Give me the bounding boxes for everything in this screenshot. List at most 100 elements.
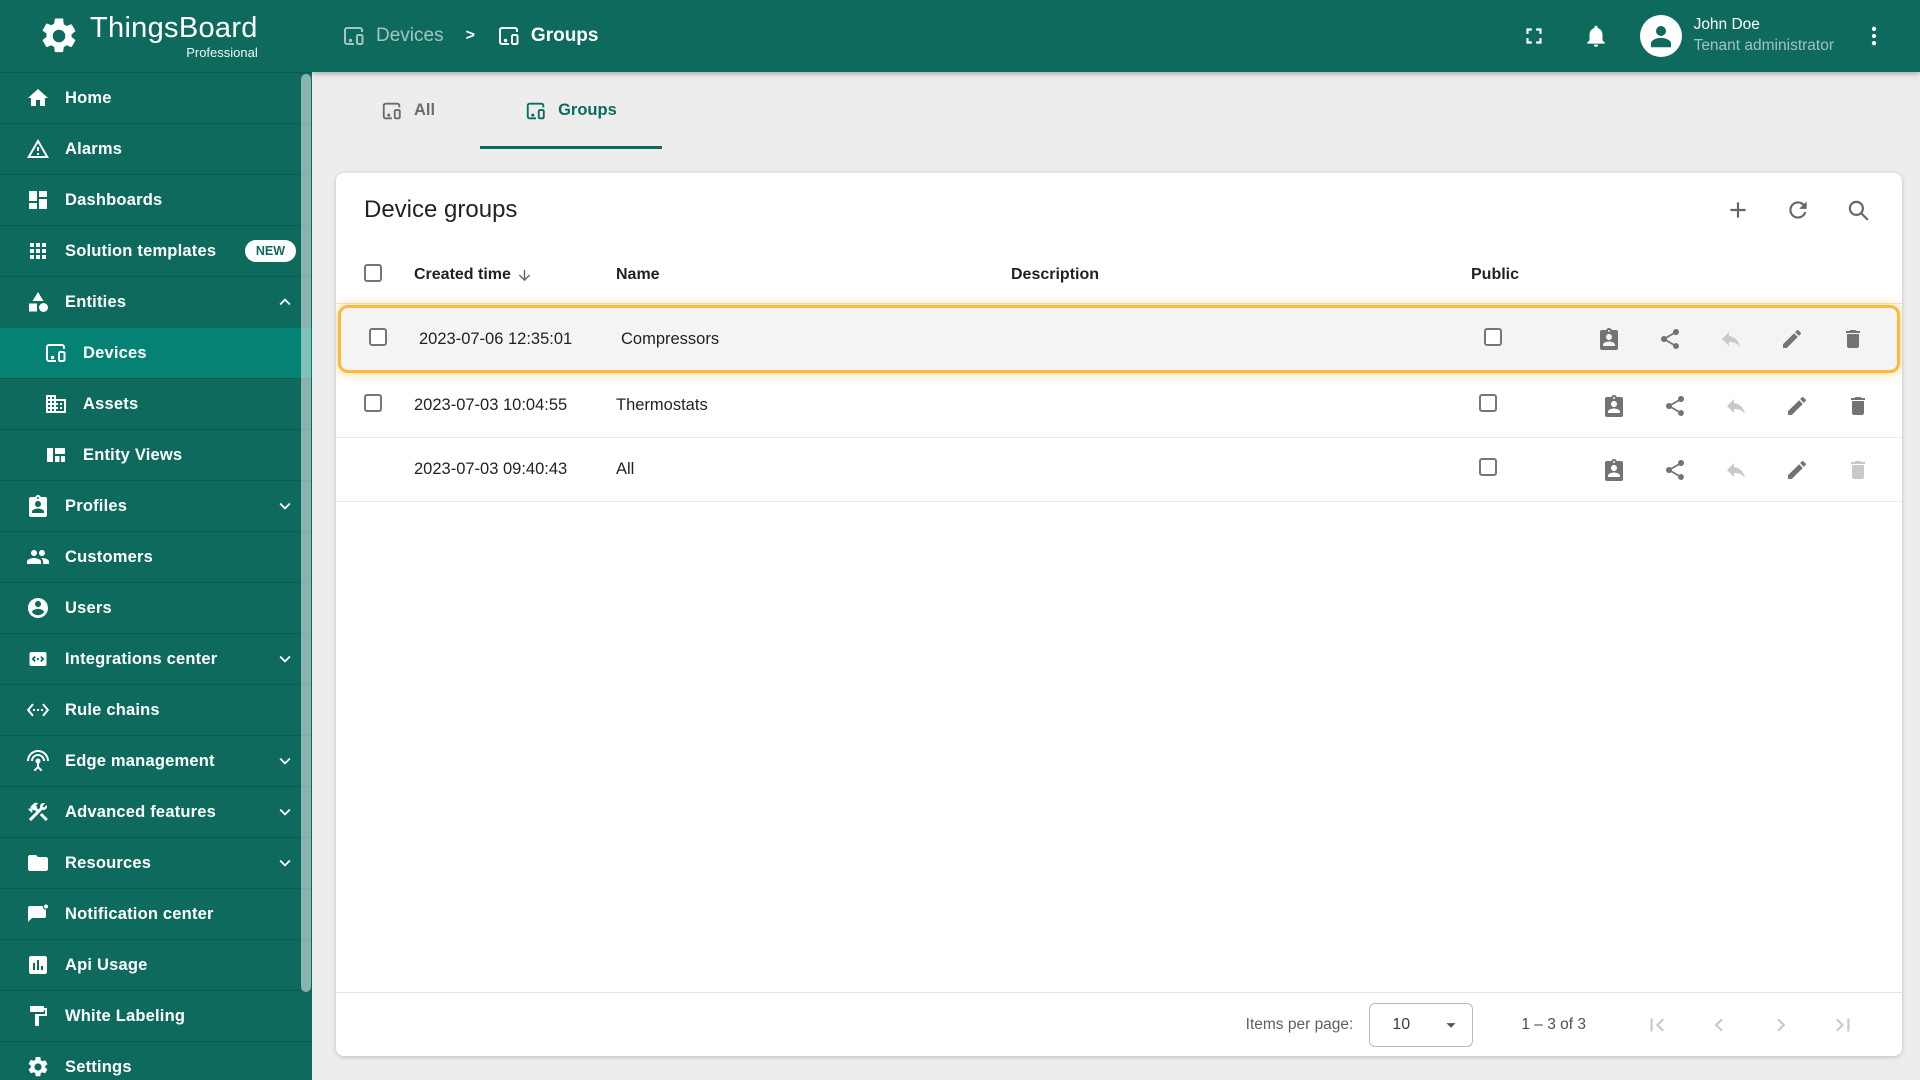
fullscreen-icon	[1521, 23, 1547, 49]
table-row[interactable]: 2023-07-06 12:35:01 Compressors	[338, 305, 1900, 373]
tab-all[interactable]: All	[336, 72, 480, 149]
dropdown-caret-icon	[1440, 1014, 1462, 1036]
edit-icon[interactable]	[1780, 327, 1804, 351]
sidebar-item-advanced-features[interactable]: Advanced features	[0, 786, 312, 837]
manage-users-icon[interactable]	[1597, 327, 1621, 351]
edit-icon[interactable]	[1785, 394, 1809, 418]
sidebar-item-customers[interactable]: Customers	[0, 531, 312, 582]
breadcrumb-devices[interactable]: Devices	[376, 25, 444, 47]
sidebar-item-label: Settings	[65, 1057, 132, 1076]
first-page-button[interactable]	[1644, 1012, 1670, 1038]
delete-icon[interactable]	[1841, 327, 1865, 351]
sidebar-item-users[interactable]: Users	[0, 582, 312, 633]
cell-created-time: 2023-07-03 09:40:43	[414, 460, 568, 478]
fullscreen-button[interactable]	[1512, 14, 1556, 58]
column-description[interactable]: Description	[1011, 266, 1471, 284]
manage-users-icon[interactable]	[1602, 394, 1626, 418]
make-private-icon[interactable]	[1719, 327, 1743, 351]
sidebar-item-profiles[interactable]: Profiles	[0, 480, 312, 531]
row-checkbox[interactable]	[364, 394, 382, 412]
sidebar-item-assets[interactable]: Assets	[0, 378, 312, 429]
table-row[interactable]: 2023-07-03 09:40:43 All	[336, 438, 1902, 502]
sidebar-item-label: Rule chains	[65, 700, 160, 719]
page-size-value: 10	[1392, 1015, 1411, 1033]
pagination-bar: Items per page: 10 1 – 3 of 3	[336, 992, 1902, 1056]
devices-icon	[381, 100, 403, 122]
profiles-badge-icon	[26, 494, 50, 518]
sidebar-item-settings[interactable]: Settings	[0, 1041, 312, 1080]
breadcrumb: Devices > Groups	[342, 24, 598, 48]
search-icon	[1845, 197, 1871, 223]
manage-users-icon[interactable]	[1602, 458, 1626, 482]
public-checkbox[interactable]	[1479, 394, 1497, 412]
public-checkbox[interactable]	[1479, 458, 1497, 476]
bell-icon	[1583, 23, 1609, 49]
thingsboard-logo[interactable]: ThingsBoard Professional	[0, 0, 312, 72]
app-title: ThingsBoard	[90, 11, 258, 44]
sidebar-item-edge-management[interactable]: Edge management	[0, 735, 312, 786]
sidebar-item-entity-views[interactable]: Entity Views	[0, 429, 312, 480]
chart-icon	[26, 953, 50, 977]
last-page-button[interactable]	[1830, 1012, 1856, 1038]
share-icon[interactable]	[1658, 327, 1682, 351]
sidebar-item-integrations-center[interactable]: Integrations center	[0, 633, 312, 684]
public-checkbox[interactable]	[1484, 327, 1502, 346]
next-page-button[interactable]	[1768, 1012, 1794, 1038]
dashboards-icon	[26, 188, 50, 212]
integrations-icon	[26, 647, 50, 671]
add-group-button[interactable]	[1718, 190, 1758, 230]
sidebar-item-dashboards[interactable]: Dashboards	[0, 174, 312, 225]
sidebar-item-label: Devices	[83, 343, 147, 362]
sidebar-item-resources[interactable]: Resources	[0, 837, 312, 888]
sidebar-item-home[interactable]: Home	[0, 72, 312, 123]
tools-icon	[26, 800, 50, 824]
share-icon[interactable]	[1663, 458, 1687, 482]
column-label: Public	[1471, 266, 1520, 283]
column-name[interactable]: Name	[616, 266, 1011, 284]
cell-created-time: 2023-07-06 12:35:01	[419, 329, 573, 348]
table-row[interactable]: 2023-07-03 10:04:55 Thermostats	[336, 374, 1902, 438]
cell-created-time: 2023-07-03 10:04:55	[414, 396, 568, 414]
user-avatar[interactable]	[1639, 15, 1682, 57]
notifications-button[interactable]	[1574, 14, 1618, 58]
chevron-up-icon	[274, 291, 296, 313]
sidebar-item-label: Api Usage	[65, 955, 148, 974]
more-menu-button[interactable]	[1852, 14, 1896, 58]
delete-icon[interactable]	[1846, 458, 1870, 482]
edit-icon[interactable]	[1785, 458, 1809, 482]
share-icon[interactable]	[1663, 394, 1687, 418]
sidebar-item-white-labeling[interactable]: White Labeling	[0, 990, 312, 1041]
previous-page-button[interactable]	[1706, 1012, 1732, 1038]
select-all-checkbox[interactable]	[364, 263, 382, 282]
column-label: Created time	[414, 266, 511, 283]
sidebar-item-label: Edge management	[65, 751, 215, 770]
cell-name: All	[616, 460, 635, 478]
delete-icon[interactable]	[1846, 394, 1870, 418]
sidebar-item-label: Entities	[65, 292, 127, 311]
sidebar-item-alarms[interactable]: Alarms	[0, 123, 312, 174]
row-checkbox[interactable]	[369, 327, 387, 346]
sidebar-item-solution-templates[interactable]: Solution templates NEW	[0, 225, 312, 276]
column-created-time[interactable]: Created time	[414, 266, 616, 284]
sidebar-item-label: Integrations center	[65, 649, 218, 668]
search-button[interactable]	[1838, 190, 1878, 230]
sidebar-item-rule-chains[interactable]: Rule chains	[0, 684, 312, 735]
sidebar-item-label: Solution templates	[65, 241, 217, 260]
chevron-down-icon	[274, 852, 296, 874]
assets-building-icon	[44, 392, 68, 416]
sidebar-item-api-usage[interactable]: Api Usage	[0, 939, 312, 990]
user-menu[interactable]: John Doe Tenant administrator	[1694, 15, 1834, 57]
sidebar-item-entities[interactable]: Entities	[0, 276, 312, 327]
sidebar-item-notification-center[interactable]: Notification center	[0, 888, 312, 939]
column-public[interactable]: Public	[1471, 266, 1591, 284]
sidebar-scrollbar-thumb[interactable]	[301, 74, 311, 992]
refresh-button[interactable]	[1778, 190, 1818, 230]
tab-groups[interactable]: Groups	[480, 72, 662, 149]
sidebar-item-devices[interactable]: Devices	[0, 327, 312, 378]
page-size-select[interactable]: 10	[1369, 1002, 1474, 1047]
sidebar-item-label: Dashboards	[65, 190, 163, 209]
sidebar-item-label: Profiles	[65, 496, 128, 515]
make-private-icon[interactable]	[1724, 458, 1748, 482]
breadcrumb-separator: >	[465, 27, 475, 44]
make-private-icon[interactable]	[1724, 394, 1748, 418]
